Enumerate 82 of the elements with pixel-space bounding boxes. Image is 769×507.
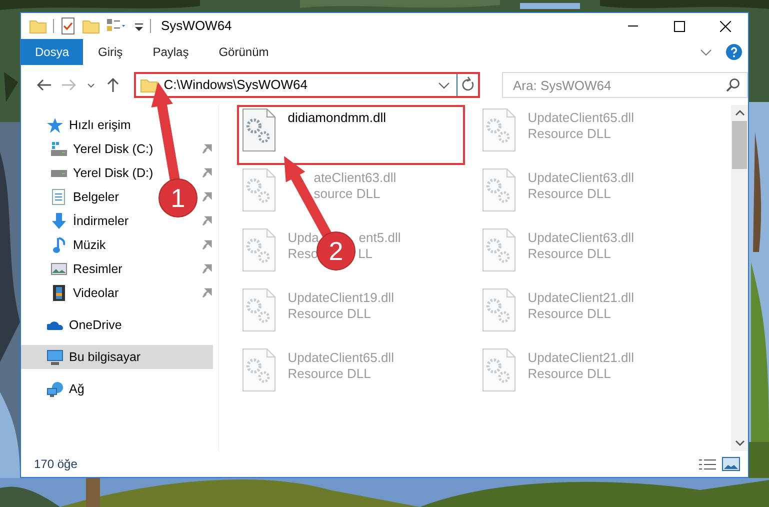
search-field[interactable]: Ara: SysWOW64 (502, 72, 748, 98)
step-badge (158, 178, 198, 218)
caret-icon[interactable] (87, 82, 96, 88)
forward-arrow-icon[interactable] (62, 79, 76, 91)
film-icon (52, 285, 64, 301)
pin-icon[interactable] (202, 168, 212, 178)
globe-computer-icon (46, 382, 62, 396)
cloud-icon (46, 320, 62, 330)
file-type: Resource DLL (288, 306, 371, 322)
checklist-icon[interactable] (60, 17, 76, 35)
picture-icon (50, 263, 66, 275)
file-name: Upda (288, 230, 319, 246)
file-name: ateClient63.dll (314, 170, 396, 186)
file-type: Resource DLL (528, 306, 611, 322)
file-type: Resource DLL (528, 126, 611, 142)
large-icons-view-icon[interactable] (722, 457, 740, 471)
nav-item[interactable]: Müzik (50, 234, 106, 256)
file-type: LL (358, 246, 373, 262)
close-icon[interactable] (720, 20, 730, 32)
nav-item[interactable]: Bu bilgisayar (21, 345, 213, 369)
pin-icon[interactable] (202, 216, 212, 226)
settings-file-icon[interactable] (242, 228, 276, 272)
scroll-down-icon[interactable] (734, 440, 744, 446)
file-name: UpdateClient19.dll (288, 290, 394, 306)
download-arrow-icon (52, 213, 66, 229)
pin-icon[interactable] (202, 288, 212, 298)
file-name: UpdateClient63.dll (528, 230, 634, 246)
nav-item[interactable]: Resimler (50, 258, 122, 280)
up-arrow-icon[interactable] (106, 78, 119, 92)
step-number: 1 (170, 183, 186, 213)
file-type: Resource DLL (288, 366, 371, 382)
document-icon (52, 189, 65, 205)
file-name: UpdateClient65.dll (528, 110, 634, 126)
file-type: source DLL (314, 186, 380, 202)
nav-item[interactable]: Ağ (46, 378, 84, 400)
drive-icon (50, 170, 66, 176)
settings-file-icon[interactable] (242, 108, 276, 152)
settings-file-icon[interactable] (482, 168, 516, 212)
settings-file-icon[interactable] (482, 108, 516, 152)
pin-icon[interactable] (202, 192, 212, 202)
search-icon (726, 78, 740, 92)
nav-item[interactable]: Hızlı erişim (46, 114, 131, 136)
file-name: UpdateClient21.dll (528, 350, 634, 366)
file-type: Resource DLL (528, 186, 611, 202)
nav-item[interactable]: İndirmeler (50, 210, 129, 232)
scroll-thumb[interactable] (732, 121, 747, 169)
nav-item[interactable]: Yerel Disk (C:) (50, 138, 154, 160)
settings-file-icon[interactable] (482, 228, 516, 272)
file-tab[interactable]: Dosya (21, 39, 84, 65)
step-number: 2 (328, 236, 344, 266)
monitor-icon (46, 350, 62, 364)
file-name: UpdateClient65.dll (288, 350, 394, 366)
pin-icon[interactable] (202, 240, 212, 250)
nav-item[interactable]: OneDrive (46, 314, 122, 336)
file-name: ent5.dll (358, 230, 401, 246)
star-icon (46, 118, 62, 132)
settings-file-icon[interactable] (242, 168, 276, 212)
drive-icon (50, 142, 66, 156)
window-title: SysWOW64 (161, 17, 232, 36)
item-count: 170 öğe (34, 456, 78, 473)
nav-item[interactable]: Videolar (50, 282, 119, 304)
pin-icon[interactable] (202, 144, 212, 154)
file-name: UpdateClient63.dll (528, 170, 634, 186)
file-name: UpdateClient21.dll (528, 290, 634, 306)
settings-file-icon[interactable] (482, 288, 516, 332)
address-bar[interactable]: C:\Windows\SysWOW64 (134, 72, 480, 98)
nav-item[interactable]: Yerel Disk (D:) (50, 162, 154, 184)
maximize-icon[interactable] (674, 20, 684, 32)
file-name: didiamondmm.dll (288, 110, 386, 126)
back-arrow-icon[interactable] (36, 79, 51, 91)
file-type: Resource DLL (528, 366, 611, 382)
settings-file-icon[interactable] (242, 288, 276, 332)
music-note-icon (52, 237, 64, 253)
nav-item[interactable]: Belgeler (50, 186, 119, 208)
pin-icon[interactable] (202, 264, 212, 274)
scroll-up-icon[interactable] (734, 110, 744, 116)
help-icon[interactable] (726, 44, 742, 60)
details-view-icon[interactable] (699, 458, 716, 470)
settings-file-icon[interactable] (482, 348, 516, 392)
file-type: Resource DLL (528, 246, 611, 262)
file-item[interactable]: didiamondmm.dll (236, 105, 465, 165)
settings-file-icon[interactable] (242, 348, 276, 392)
